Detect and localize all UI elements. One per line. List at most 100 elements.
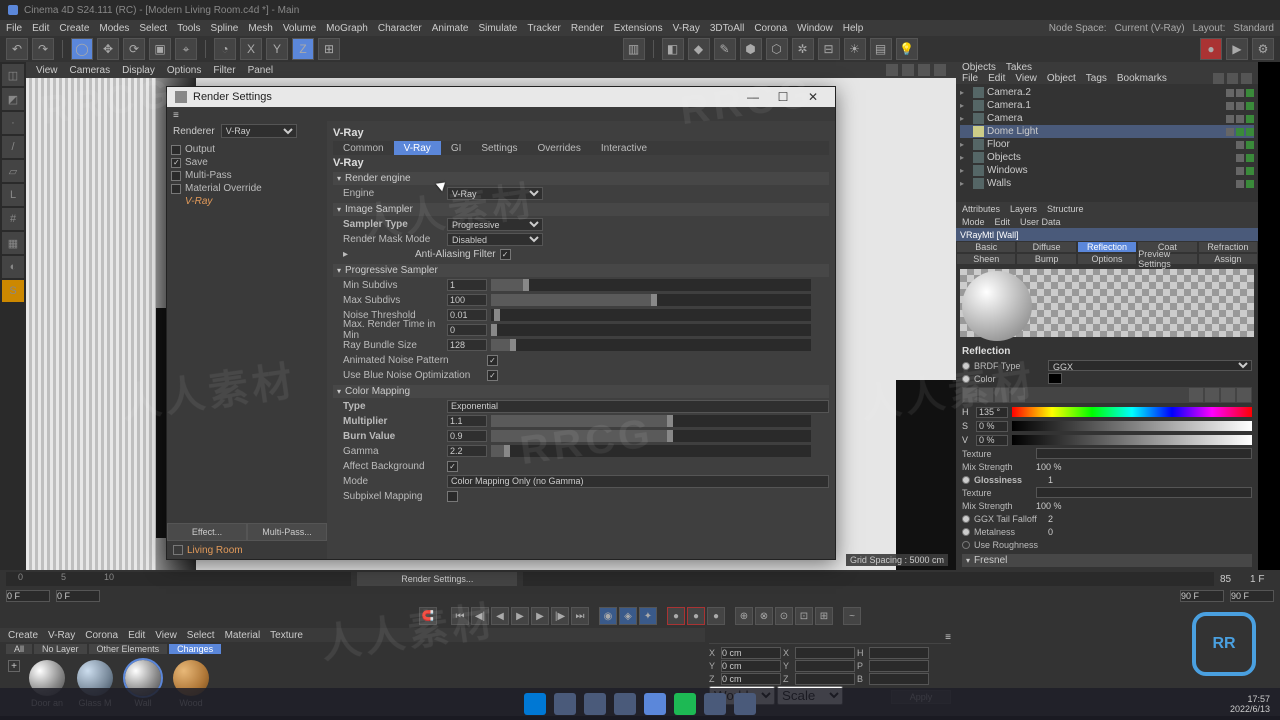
mat-tab-diffuse[interactable]: Diffuse [1016,241,1076,253]
start-icon[interactable] [524,693,546,715]
mix2-input[interactable]: 100 % [1036,501,1062,511]
mat-texture[interactable]: Texture [270,630,303,641]
axis-y-icon[interactable]: Y [266,38,288,60]
vray-icon[interactable]: S [2,280,24,302]
dialog-menu[interactable]: ≡ [167,107,835,121]
eye-icon[interactable] [173,545,183,555]
scale-tool-icon[interactable]: ▣ [149,38,171,60]
tab-takes[interactable]: Takes [1006,62,1032,73]
color-mix-icon[interactable] [1221,388,1235,402]
view-filter[interactable]: Filter [213,65,235,76]
colormap-mode[interactable]: Color Mapping Only (no Gamma) [447,475,829,488]
coord-h[interactable] [869,647,929,659]
menu-spline[interactable]: Spline [211,23,239,34]
tab-overrides[interactable]: Overrides [528,141,591,155]
model-mode-icon[interactable]: ◫ [2,64,24,86]
menu-3dtoall[interactable]: 3DToAll [710,23,744,34]
anim-noise-checkbox[interactable] [487,355,498,366]
texture-mode-icon[interactable]: ◩ [2,88,24,110]
side-matoverride[interactable]: Material Override [185,183,262,194]
pla-key-icon[interactable]: ⊞ [815,607,833,625]
mask-mode-select[interactable]: Disabled [447,233,543,246]
fresnel-section[interactable]: Fresnel [962,554,1252,567]
first-frame-icon[interactable]: ⏮ [451,607,469,625]
mat-filter-changes[interactable]: Changes [169,644,221,654]
next-key-icon[interactable]: |▶ [551,607,569,625]
object-tree[interactable]: ▸Camera.2 ▸Camera.1 ▸Camera Dome Light ▸… [956,84,1258,202]
last-frame-icon[interactable]: ⏭ [571,607,589,625]
cube-icon[interactable]: ◧ [662,38,684,60]
mat-filter-nolayer[interactable]: No Layer [34,644,87,654]
taskbar[interactable]: 17:572022/6/13 [0,688,1280,720]
progressive-section[interactable]: Progressive Sampler [333,264,829,277]
prev-frame-icon[interactable]: ◀ [491,607,509,625]
affect-bg-checkbox[interactable] [447,461,458,472]
ggx-input[interactable]: 2 [1048,514,1053,524]
c4d-icon[interactable] [644,693,666,715]
timeline[interactable]: 0510 Render Settings... 85 1 F [0,570,1280,588]
menu-volume[interactable]: Volume [283,23,316,34]
gamma-slider[interactable] [491,445,811,457]
mat-filter-all[interactable]: All [6,644,32,654]
play-icon[interactable]: ▶ [511,607,529,625]
menu-render[interactable]: Render [571,23,604,34]
min-subdivs[interactable]: 1 [447,279,487,291]
view-nav1-icon[interactable] [886,64,898,76]
pen-icon[interactable]: ✎ [714,38,736,60]
tab-structure[interactable]: Structure [1047,204,1084,214]
burn-slider[interactable] [491,430,811,442]
record-scale-icon[interactable]: ● [707,607,725,625]
generator-icon[interactable]: ⬢ [740,38,762,60]
minimize-icon[interactable]: — [739,88,767,106]
mat-create[interactable]: Create [8,630,38,641]
view-options[interactable]: Options [167,65,201,76]
mat-tab-options[interactable]: Options [1077,253,1137,265]
bulb-icon[interactable]: 💡 [896,38,918,60]
menu-character[interactable]: Character [378,23,422,34]
param-key-icon[interactable]: ⊡ [795,607,813,625]
view-display[interactable]: Display [122,65,155,76]
multiplier[interactable]: 1.1 [447,415,487,427]
render-settings-button[interactable]: Render Settings... [357,572,517,586]
mat-tab-preview[interactable]: Preview Settings [1137,253,1197,265]
burn-value[interactable]: 0.9 [447,430,487,442]
record-pos-icon[interactable]: ● [667,607,685,625]
renderer-select[interactable]: V-Ray [221,124,297,138]
menu-mesh[interactable]: Mesh [248,23,272,34]
time-slider[interactable] [491,324,811,336]
bundle-slider[interactable] [491,339,811,351]
layout-value[interactable]: Standard [1233,23,1274,34]
asset-icon[interactable]: ▥ [623,38,645,60]
effect-button[interactable]: Effect... [167,523,247,541]
mat-view[interactable]: View [155,630,177,641]
magnet-icon[interactable]: 🧲 [419,607,437,625]
obj-view[interactable]: View [1015,73,1037,84]
axis-mode-icon[interactable]: L [2,184,24,206]
mat-material[interactable]: Material [225,630,261,641]
view-nav3-icon[interactable] [918,64,930,76]
menu-extensions[interactable]: Extensions [614,23,663,34]
rot-key-icon[interactable]: ⊗ [755,607,773,625]
menu-tools[interactable]: Tools [177,23,200,34]
side-vray[interactable]: V-Ray [185,196,212,207]
spotify-icon[interactable] [674,693,696,715]
end-frame2[interactable] [1230,590,1274,602]
color-swatch[interactable] [1048,373,1062,384]
menu-corona[interactable]: Corona [754,23,787,34]
texture2-input[interactable] [1036,487,1252,498]
start-frame2[interactable] [56,590,100,602]
radio-icon[interactable] [962,476,970,484]
menu-create[interactable]: Create [59,23,89,34]
mat-tab-bump[interactable]: Bump [1016,253,1076,265]
close-icon[interactable]: ✕ [799,88,827,106]
radio-icon[interactable] [962,528,970,536]
next-frame-icon[interactable]: ▶ [531,607,549,625]
tab-attributes[interactable]: Attributes [962,204,1000,214]
bundle-size[interactable]: 128 [447,339,487,351]
attr-userdata[interactable]: User Data [1020,217,1061,227]
menu-vray[interactable]: V-Ray [673,23,700,34]
new-material-icon[interactable]: + [8,660,20,672]
mult-slider[interactable] [491,415,811,427]
sampler-type-select[interactable]: Progressive [447,218,543,231]
axis-x-icon[interactable]: X [240,38,262,60]
